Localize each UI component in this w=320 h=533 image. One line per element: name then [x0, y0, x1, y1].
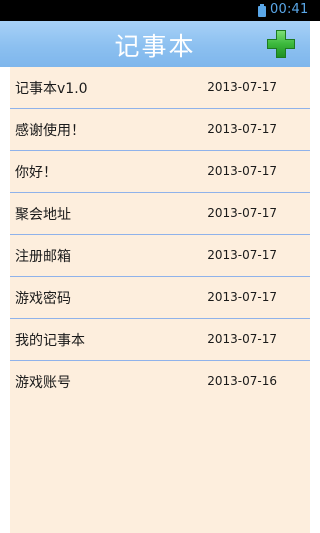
status-bar: 00:41 [0, 0, 320, 21]
note-title: 你好！ [15, 165, 57, 181]
note-row[interactable]: 游戏账号 2013-07-16 [10, 361, 310, 402]
note-row[interactable]: 注册邮箱 2013-07-17 [10, 235, 310, 277]
app-title: 记事本 [114, 32, 196, 61]
note-title: 聚会地址 [15, 207, 71, 223]
note-row[interactable]: 游戏密码 2013-07-17 [10, 277, 310, 319]
note-date: 2013-07-17 [207, 122, 277, 136]
note-title: 感谢使用！ [15, 123, 85, 139]
note-date: 2013-07-17 [207, 332, 277, 346]
battery-icon [258, 4, 266, 17]
note-date: 2013-07-17 [207, 290, 277, 304]
note-row[interactable]: 感谢使用！ 2013-07-17 [10, 109, 310, 151]
note-title: 游戏账号 [15, 375, 71, 391]
plus-icon [267, 30, 295, 58]
note-date: 2013-07-17 [207, 164, 277, 178]
add-note-button[interactable] [266, 29, 296, 59]
note-row[interactable]: 你好！ 2013-07-17 [10, 151, 310, 193]
title-bar: 记事本 [0, 21, 310, 67]
note-row[interactable]: 记事本v1.0 2013-07-17 [10, 67, 310, 109]
note-date: 2013-07-17 [207, 248, 277, 262]
note-title: 游戏密码 [15, 291, 71, 307]
note-list: 记事本v1.0 2013-07-17 感谢使用！ 2013-07-17 你好！ … [10, 67, 310, 533]
note-date: 2013-07-16 [207, 374, 277, 388]
status-time: 00:41 [270, 2, 309, 17]
note-date: 2013-07-17 [207, 206, 277, 220]
note-row[interactable]: 我的记事本 2013-07-17 [10, 319, 310, 361]
note-title: 注册邮箱 [15, 249, 71, 265]
note-title: 我的记事本 [15, 333, 85, 349]
note-date: 2013-07-17 [207, 80, 277, 94]
note-title: 记事本v1.0 [15, 81, 88, 97]
note-row[interactable]: 聚会地址 2013-07-17 [10, 193, 310, 235]
